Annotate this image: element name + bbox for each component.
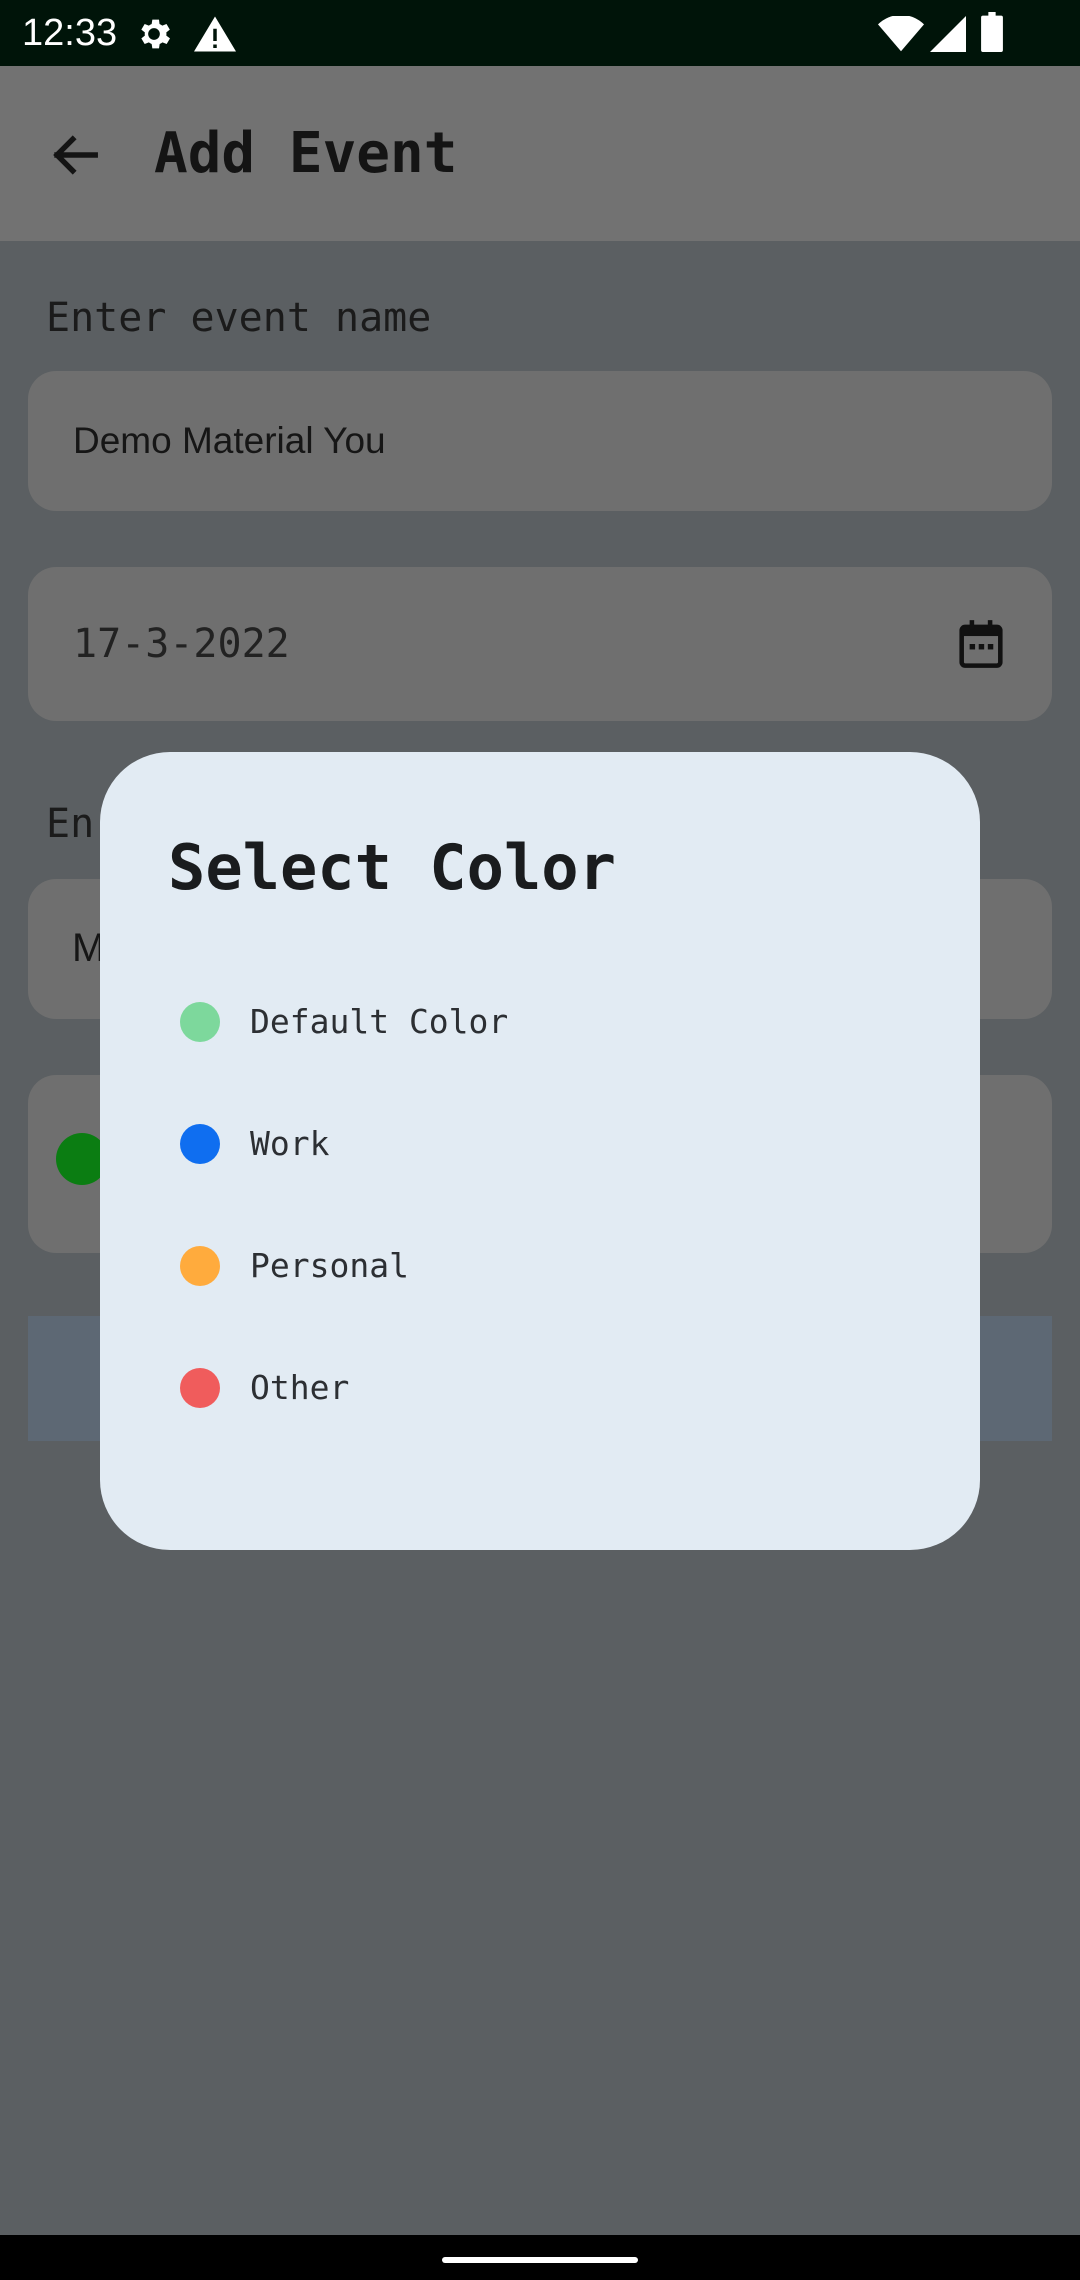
option-label: Default Color: [250, 1002, 509, 1041]
work-color-dot: [180, 1124, 220, 1164]
event-name-input[interactable]: Demo Material You: [28, 371, 1052, 511]
date-value: 17-3-2022: [73, 621, 290, 667]
color-option-work[interactable]: Work: [150, 1098, 930, 1190]
personal-color-dot: [180, 1246, 220, 1286]
page-title: Add Event: [154, 121, 458, 186]
status-time: 12:33: [22, 12, 118, 54]
color-option-personal[interactable]: Personal: [150, 1220, 930, 1312]
gear-icon: [141, 19, 170, 49]
option-label: Personal: [250, 1246, 409, 1285]
status-bar: 12:33: [0, 0, 1080, 66]
select-color-dialog: Select Color Default Color Work Personal…: [100, 752, 980, 1550]
calendar-icon[interactable]: [958, 619, 1004, 669]
warning-icon: [194, 16, 236, 52]
date-input[interactable]: 17-3-2022: [28, 567, 1052, 721]
event-name-value: Demo Material You: [73, 420, 386, 461]
other-color-dot: [180, 1368, 220, 1408]
arrow-left-icon[interactable]: [48, 128, 102, 182]
signal-icon: [930, 16, 966, 52]
option-label: Other: [250, 1368, 350, 1407]
default-color-dot: [180, 1002, 220, 1042]
wifi-icon: [878, 16, 924, 52]
second-field-label: En: [46, 801, 95, 847]
event-name-label: Enter event name: [46, 295, 432, 341]
color-option-default[interactable]: Default Color: [150, 976, 930, 1068]
app-bar: Add Event: [0, 66, 1080, 241]
battery-icon: [981, 12, 1003, 52]
home-gesture-handle[interactable]: [442, 2257, 638, 2263]
option-label: Work: [250, 1124, 330, 1163]
dialog-title: Select Color: [168, 831, 616, 904]
navigation-bar: [0, 2235, 1080, 2280]
color-option-other[interactable]: Other: [150, 1342, 930, 1434]
